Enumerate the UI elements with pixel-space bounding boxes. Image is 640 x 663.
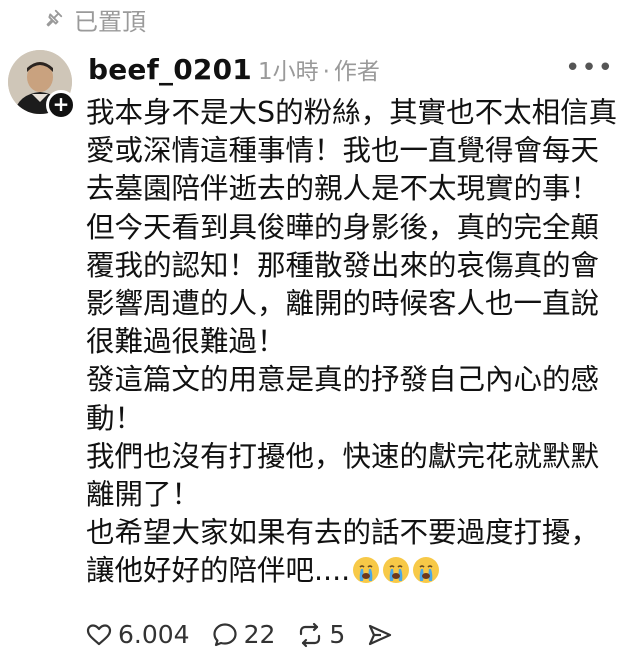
like-count: 6.004 [118,620,190,649]
post-paragraph-last: 也希望大家如果有去的話不要過度打擾，讓他好好的陪伴吧.... [86,514,620,590]
repost-button[interactable]: 5 [297,620,345,649]
follow-plus-badge[interactable]: + [46,90,76,120]
meta-separator: · [322,59,330,85]
avatar-container[interactable]: + [8,50,76,120]
post-paragraph: 發這篇文的用意是真的抒發自己內心的感動！ [86,363,600,435]
crying-face-emoji [413,557,440,584]
repost-icon [300,622,321,647]
post-paragraph: 我本身不是大S的粉絲，其實也不太相信真愛或深情這種事情！我也一直覺得會每天去墓園… [86,96,618,359]
post-header: beef_0201 1小時 · 作者 ••• [88,52,620,88]
pin-icon [42,8,64,30]
action-bar: 6.004 22 5 [86,620,415,649]
post-paragraph-text: 也希望大家如果有去的話不要過度打擾，讓他好好的陪伴吧.... [86,516,600,588]
more-horizontal-icon[interactable]: ••• [565,55,614,81]
pinned-label: 已置頂 [74,7,146,36]
crying-face-emoji [353,557,380,584]
heart-icon [86,623,112,645]
crying-face-emoji [383,557,410,584]
comment-bubble-icon [212,622,237,646]
pinned-indicator: 已置頂 [42,2,146,36]
comment-button[interactable]: 22 [212,620,276,649]
post-body: 我本身不是大S的粉絲，其實也不太相信真愛或深情這種事情！我也一直覺得會每天去墓園… [86,94,620,591]
username[interactable]: beef_0201 [88,53,252,86]
comment-count: 22 [243,620,276,649]
timestamp: 1小時 [257,59,319,85]
repost-count: 5 [329,620,346,649]
share-send-icon [369,624,392,645]
author-tag: 作者 [333,59,380,85]
share-button[interactable] [367,623,393,647]
like-button[interactable]: 6.004 [86,620,190,649]
post-paragraph: 我們也沒有打擾他，快速的獻完花就默默離開了！ [86,439,600,512]
